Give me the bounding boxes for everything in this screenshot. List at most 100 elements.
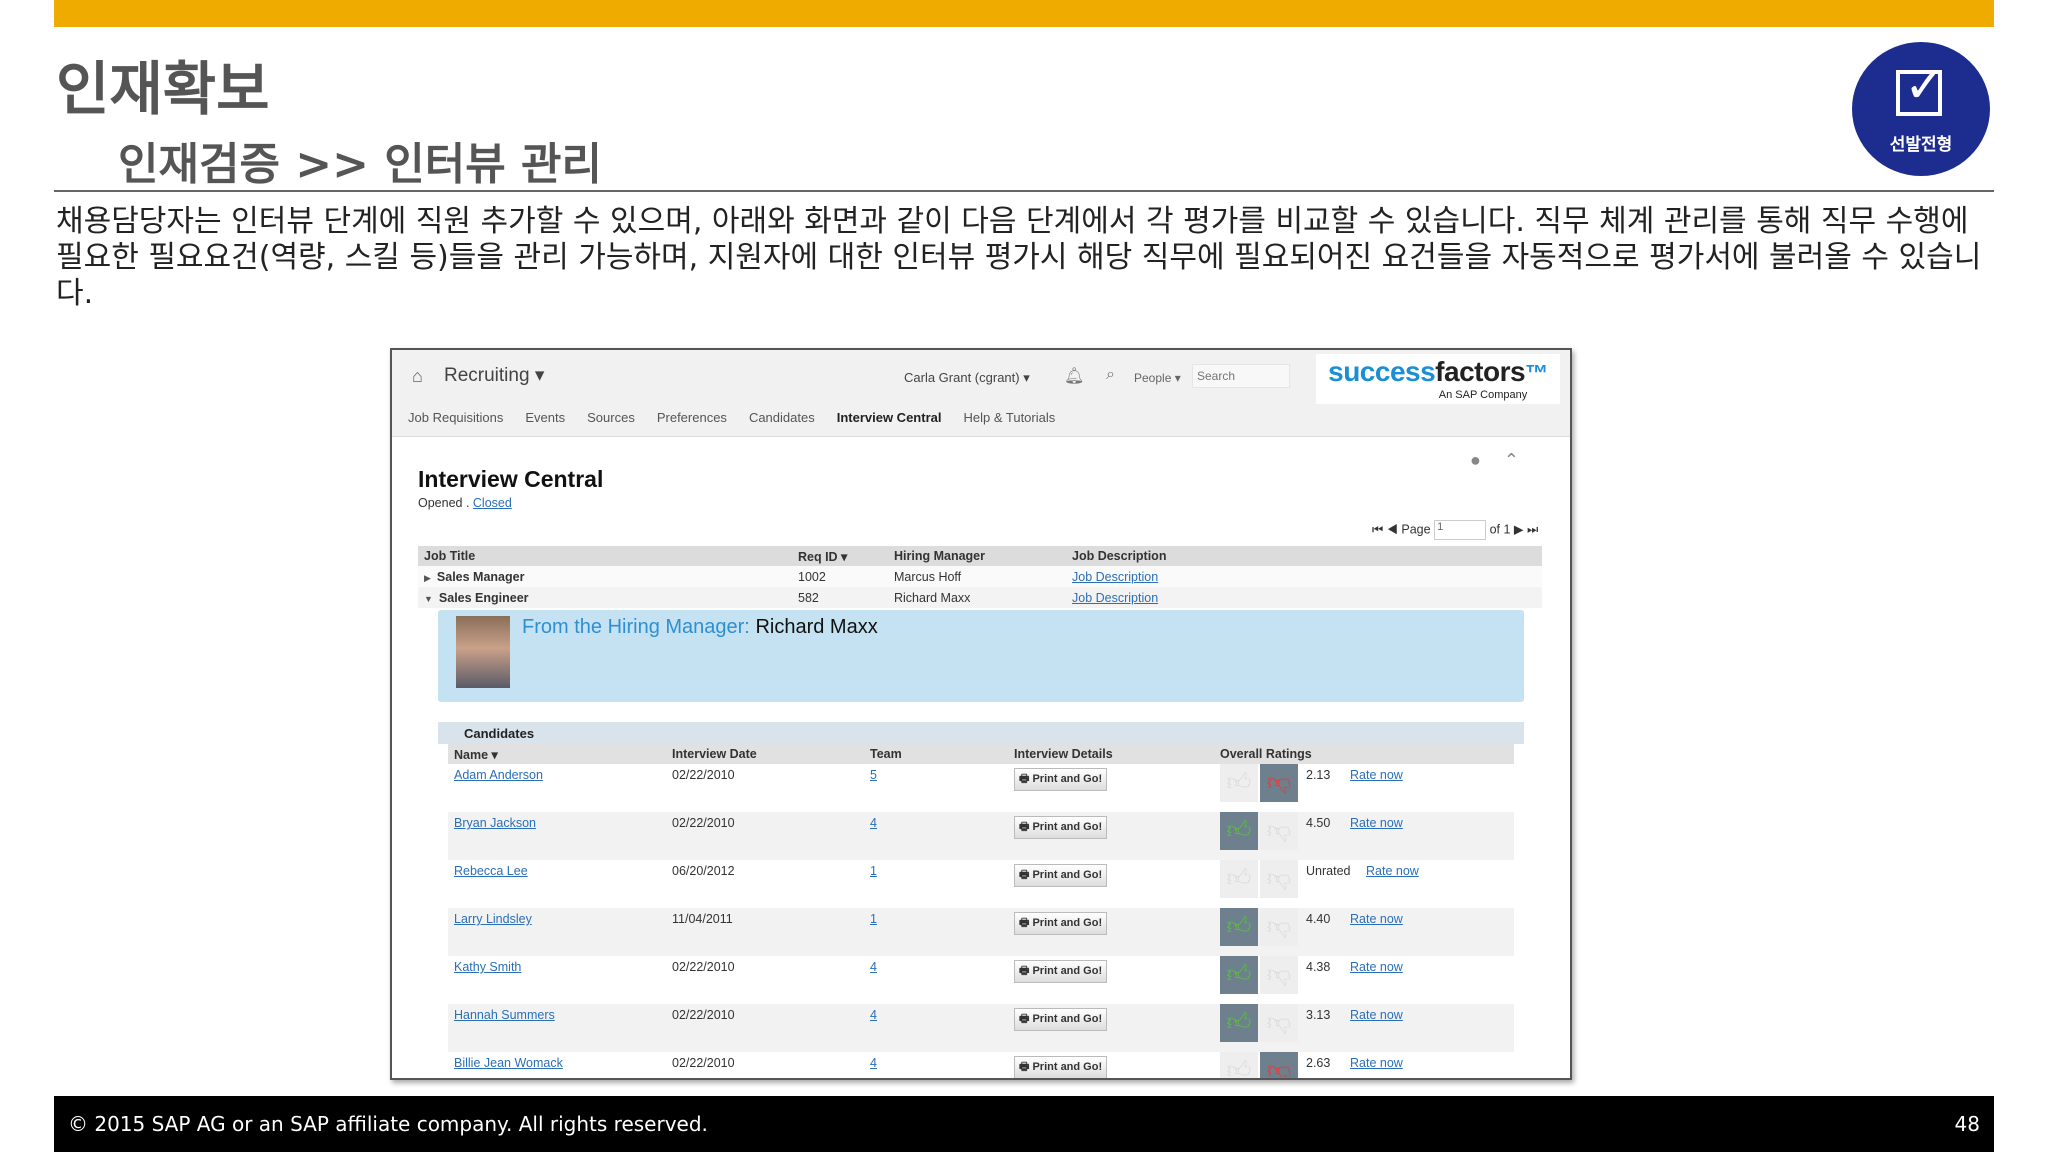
home-icon[interactable]: ⌂ xyxy=(412,366,423,387)
page-title: Interview Central xyxy=(418,466,604,492)
team-count-link[interactable]: 4 xyxy=(870,1056,877,1070)
rate-now-link[interactable]: Rate now xyxy=(1366,860,1419,878)
opened-closed-filter: Opened . Closed xyxy=(418,496,512,510)
team-count-link[interactable]: 4 xyxy=(870,816,877,830)
play-icon[interactable]: ● xyxy=(1470,450,1481,470)
rate-now-link[interactable]: Rate now xyxy=(1350,1004,1403,1022)
divider xyxy=(54,190,1994,192)
description-paragraph: 채용담당자는 인터뷰 단계에 직원 추가할 수 있으며, 아래와 화면과 같이 … xyxy=(56,204,1982,311)
nav-item[interactable]: Interview Central xyxy=(837,410,942,425)
footer: © 2015 SAP AG or an SAP affiliate compan… xyxy=(54,1096,1994,1152)
search-icon[interactable]: ⌕ xyxy=(1106,366,1115,384)
team-count-link[interactable]: 4 xyxy=(870,1008,877,1022)
nav-item[interactable]: Events xyxy=(525,410,565,425)
thumbs-up-icon[interactable]: 👍︎ xyxy=(1220,908,1258,946)
print-and-go-button[interactable]: 🖶︎ Print and Go! xyxy=(1014,768,1108,791)
panel-controls: ● ⌃ xyxy=(1470,450,1519,471)
thumbs-down-icon[interactable]: 👎︎ xyxy=(1260,1052,1298,1078)
thumbs-up-icon[interactable]: 👍︎ xyxy=(1220,812,1258,850)
thumbs-down-icon[interactable]: 👎︎ xyxy=(1260,860,1298,898)
col-hiring-manager[interactable]: Hiring Manager xyxy=(888,546,1066,566)
candidate-name-link[interactable]: Larry Lindsley xyxy=(454,912,532,926)
candidate-row: Larry Lindsley 11/04/2011 1 🖶︎ Print and Go… xyxy=(448,908,1514,956)
print-and-go-button[interactable]: 🖶︎ Print and Go! xyxy=(1014,1056,1108,1078)
expand-toggle-icon[interactable]: ▼ xyxy=(424,594,433,604)
page-input[interactable]: 1 xyxy=(1434,520,1487,540)
interview-date: 02/22/2010 xyxy=(672,768,735,782)
interview-date: 11/04/2011 xyxy=(666,908,864,956)
job-description-link[interactable]: Job Description xyxy=(1072,570,1158,584)
user-menu[interactable]: Carla Grant (cgrant) ▾ xyxy=(904,370,1030,386)
rate-now-link[interactable]: Rate now xyxy=(1350,908,1403,926)
last-page-icon[interactable]: ⏭ xyxy=(1527,522,1538,536)
thumbs-down-icon[interactable]: 👎︎ xyxy=(1260,812,1298,850)
printer-icon: 🖶︎ xyxy=(1019,917,1033,929)
module-switcher[interactable]: Recruiting ▾ xyxy=(444,364,544,387)
nav-item[interactable]: Job Requisitions xyxy=(408,410,503,425)
overall-rating: Unrated xyxy=(1306,864,1351,878)
nav-item[interactable]: Preferences xyxy=(657,410,727,425)
thumbs-down-icon[interactable]: 👎︎ xyxy=(1260,1004,1298,1042)
candidate-name-link[interactable]: Rebecca Lee xyxy=(454,864,528,878)
col-overall-ratings[interactable]: Overall Ratings xyxy=(1214,744,1514,764)
col-job-title[interactable]: Job Title xyxy=(418,546,792,566)
rate-now-link[interactable]: Rate now xyxy=(1350,1052,1403,1070)
candidate-row: Billie Jean Womack 02/22/2010 4 🖶︎ Print an… xyxy=(448,1052,1514,1078)
print-and-go-button[interactable]: 🖶︎ Print and Go! xyxy=(1014,912,1108,935)
job-row[interactable]: ▶ Sales Manager 1002 Marcus Hoff Job Descrip… xyxy=(418,566,1542,587)
thumbs-down-icon[interactable]: 👎︎ xyxy=(1260,764,1298,802)
team-count-link[interactable]: 1 xyxy=(870,864,877,878)
closed-link[interactable]: Closed xyxy=(473,496,512,510)
thumbs-up-icon[interactable]: 👍︎ xyxy=(1220,1004,1258,1042)
hiring-manager-panel: From the Hiring Manager: Richard Maxx xyxy=(438,610,1524,702)
team-count-link[interactable]: 1 xyxy=(870,912,877,926)
candidate-name-link[interactable]: Adam Anderson xyxy=(454,768,543,782)
successfactors-logo: successfactors™ An SAP Company xyxy=(1316,354,1560,404)
thumbs-up-icon[interactable]: 👍︎ xyxy=(1220,764,1258,802)
team-count-link[interactable]: 5 xyxy=(870,768,877,782)
candidate-name-link[interactable]: Bryan Jackson xyxy=(454,816,536,830)
print-and-go-button[interactable]: 🖶︎ Print and Go! xyxy=(1014,960,1108,983)
rate-now-link[interactable]: Rate now xyxy=(1350,956,1403,974)
team-count-link[interactable]: 4 xyxy=(870,960,877,974)
job-description-link[interactable]: Job Description xyxy=(1072,591,1158,605)
first-page-icon[interactable]: ⏮ xyxy=(1372,522,1383,536)
col-interview-date[interactable]: Interview Date xyxy=(666,744,864,764)
req-id: 1002 xyxy=(792,566,888,587)
search-input[interactable] xyxy=(1192,364,1290,388)
job-title: Sales Manager xyxy=(436,569,525,584)
people-dropdown[interactable]: People ▾ xyxy=(1134,371,1181,385)
job-row[interactable]: ▼ Sales Engineer 582 Richard Maxx Job Descri… xyxy=(418,587,1542,608)
printer-icon: 🖶︎ xyxy=(1019,965,1033,977)
opened-link[interactable]: Opened xyxy=(418,496,462,510)
candidate-name-link[interactable]: Billie Jean Womack xyxy=(454,1056,563,1070)
hm-name: Richard Maxx xyxy=(755,616,878,638)
candidates-table: Name ▾ Interview Date Team Interview Det… xyxy=(448,744,1514,1078)
print-and-go-button[interactable]: 🖶︎ Print and Go! xyxy=(1014,816,1108,839)
col-req-id[interactable]: Req ID ▾ xyxy=(792,546,888,566)
nav-item[interactable]: Sources xyxy=(587,410,635,425)
rate-now-link[interactable]: Rate now xyxy=(1350,764,1403,782)
print-and-go-button[interactable]: 🖶︎ Print and Go! xyxy=(1014,864,1108,887)
nav-item[interactable]: Help & Tutorials xyxy=(963,410,1055,425)
rate-now-link[interactable]: Rate now xyxy=(1350,812,1403,830)
thumbs-up-icon[interactable]: 👍︎ xyxy=(1220,956,1258,994)
thumbs-down-icon[interactable]: 👎︎ xyxy=(1260,908,1298,946)
candidate-name-link[interactable]: Kathy Smith xyxy=(454,960,521,974)
col-name[interactable]: Name ▾ xyxy=(448,744,666,764)
prev-page-icon[interactable]: ◀ xyxy=(1387,522,1398,536)
pager: ⏮ ◀ Page 1 of 1 ▶ ⏭ xyxy=(1372,520,1538,540)
col-team: Team xyxy=(864,744,1008,764)
print-and-go-button[interactable]: 🖶︎ Print and Go! xyxy=(1014,1008,1108,1031)
printer-icon: 🖶︎ xyxy=(1019,869,1033,881)
next-page-icon[interactable]: ▶ xyxy=(1514,522,1524,536)
slide-title: 인재확보 xyxy=(56,55,270,123)
candidate-name-link[interactable]: Hannah Summers xyxy=(454,1008,555,1022)
nav-item[interactable]: Candidates xyxy=(749,410,815,425)
expand-toggle-icon[interactable]: ▶ xyxy=(424,573,431,583)
collapse-icon[interactable]: ⌃ xyxy=(1504,450,1519,470)
thumbs-up-icon[interactable]: 👍︎ xyxy=(1220,860,1258,898)
bell-icon[interactable]: 🔔︎ xyxy=(1064,366,1084,386)
thumbs-down-icon[interactable]: 👎︎ xyxy=(1260,956,1298,994)
thumbs-up-icon[interactable]: 👍︎ xyxy=(1220,1052,1258,1078)
